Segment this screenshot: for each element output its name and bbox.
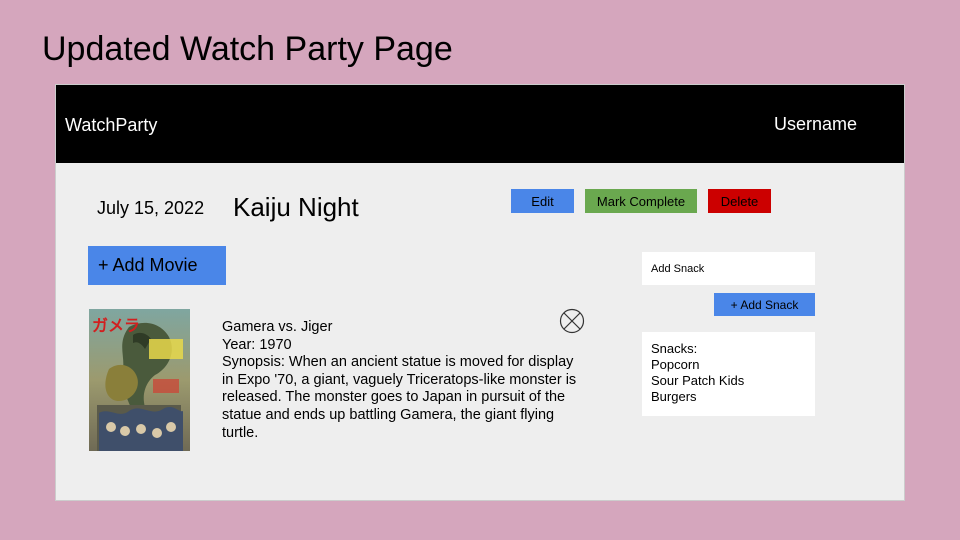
movie-synopsis: Synopsis: When an ancient statue is move… — [222, 354, 577, 441]
event-date: July 15, 2022 — [97, 198, 205, 218]
navbar: WatchParty Username — [56, 85, 904, 163]
add-snack-button[interactable]: + Add Snack — [714, 293, 815, 316]
movie-poster: ガメラ — [89, 309, 190, 451]
snack-list: Snacks: Popcorn Sour Patch Kids Burgers — [642, 332, 815, 416]
close-circle-icon — [559, 308, 585, 334]
movie-title: Gamera vs. Jiger — [222, 319, 333, 335]
app-window: WatchParty Username July 15, 2022 Kaiju … — [55, 84, 905, 501]
event-name: Kaiju Night — [233, 192, 359, 222]
slide-title: Updated Watch Party Page — [42, 30, 453, 68]
snack-list-header: Snacks: — [651, 341, 698, 356]
add-movie-button[interactable]: + Add Movie — [88, 246, 226, 285]
edit-button[interactable]: Edit — [511, 189, 574, 213]
movie-year: Year: 1970 — [222, 336, 292, 353]
snack-item: Sour Patch Kids — [651, 373, 745, 388]
username-link[interactable]: Username — [774, 114, 857, 135]
add-snack-input[interactable] — [642, 252, 815, 285]
delete-button[interactable]: Delete — [708, 189, 771, 213]
snack-item: Burgers — [651, 389, 697, 404]
remove-movie-button[interactable] — [559, 308, 585, 334]
snack-item: Popcorn — [651, 357, 700, 372]
movie-details: Gamera vs. Jiger Year: 1970 Synopsis: Wh… — [222, 319, 582, 442]
poster-title-text: ガメラ — [92, 316, 140, 335]
mark-complete-button[interactable]: Mark Complete — [585, 189, 697, 213]
brand-link[interactable]: WatchParty — [65, 115, 157, 136]
